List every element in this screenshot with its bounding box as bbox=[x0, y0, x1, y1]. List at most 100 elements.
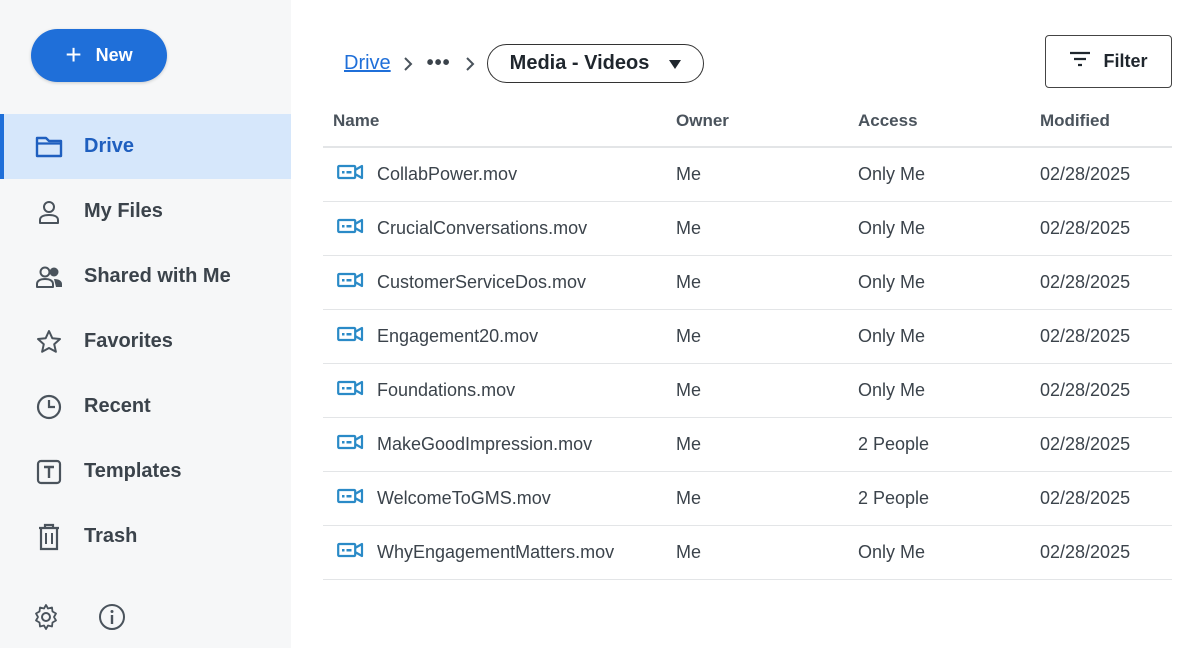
file-name-cell: Engagement20.mov bbox=[323, 309, 666, 364]
sidebar-item-label: Favorites bbox=[84, 330, 173, 352]
info-icon[interactable] bbox=[98, 603, 126, 631]
sidebar-item-trash[interactable]: Trash bbox=[0, 504, 291, 569]
new-button-label: New bbox=[95, 45, 133, 65]
video-file-icon bbox=[337, 380, 364, 401]
video-file-icon bbox=[337, 272, 364, 293]
sidebar-item-templates[interactable]: Templates bbox=[0, 439, 291, 504]
owner-cell: Me bbox=[666, 201, 848, 256]
new-button[interactable]: + New bbox=[31, 29, 167, 82]
file-name-cell: WhyEngagementMatters.mov bbox=[323, 525, 666, 580]
file-name-cell: CollabPower.mov bbox=[323, 147, 666, 202]
video-file-icon bbox=[337, 164, 364, 185]
file-name[interactable]: CustomerServiceDos.mov bbox=[377, 272, 586, 293]
file-name[interactable]: CrucialConversations.mov bbox=[377, 218, 587, 239]
sidebar-item-shared-with-me[interactable]: Shared with Me bbox=[0, 244, 291, 309]
owner-cell: Me bbox=[666, 471, 848, 526]
breadcrumb-drive-link[interactable]: Drive bbox=[344, 52, 391, 75]
table-row[interactable]: MakeGoodImpression.mov Me 2 People 02/28/20… bbox=[323, 417, 1172, 472]
video-file-icon bbox=[337, 434, 364, 455]
folder-icon bbox=[35, 133, 63, 161]
file-name[interactable]: Foundations.mov bbox=[377, 380, 515, 401]
sidebar-item-recent[interactable]: Recent bbox=[0, 374, 291, 439]
file-name-cell: Foundations.mov bbox=[323, 363, 666, 418]
plus-icon: + bbox=[65, 38, 82, 70]
owner-cell: Me bbox=[666, 525, 848, 580]
access-cell: Only Me bbox=[848, 147, 1030, 202]
access-cell: Only Me bbox=[848, 525, 1030, 580]
current-folder-dropdown[interactable]: Media - Videos bbox=[486, 44, 705, 83]
modified-cell: 02/28/2025 bbox=[1030, 255, 1172, 310]
star-icon bbox=[35, 328, 63, 356]
trash-icon bbox=[35, 523, 63, 551]
modified-cell: 02/28/2025 bbox=[1030, 309, 1172, 364]
filter-icon bbox=[1069, 51, 1091, 72]
sidebar-item-label: Drive bbox=[84, 135, 135, 157]
file-name-cell: CustomerServiceDos.mov bbox=[323, 255, 666, 310]
file-name[interactable]: MakeGoodImpression.mov bbox=[377, 434, 592, 455]
filter-label: Filter bbox=[1103, 51, 1148, 71]
owner-cell: Me bbox=[666, 147, 848, 202]
access-cell: Only Me bbox=[848, 309, 1030, 364]
file-name[interactable]: Engagement20.mov bbox=[377, 326, 538, 347]
table-row[interactable]: Foundations.mov Me Only Me 02/28/2025 bbox=[323, 363, 1172, 418]
modified-cell: 02/28/2025 bbox=[1030, 471, 1172, 526]
sidebar-item-drive[interactable]: Drive bbox=[0, 114, 291, 179]
breadcrumb: Drive ••• Media - Videos bbox=[344, 44, 705, 83]
access-cell: 2 People bbox=[848, 417, 1030, 472]
column-header-access[interactable]: Access bbox=[848, 96, 1030, 148]
modified-cell: 02/28/2025 bbox=[1030, 201, 1172, 256]
sidebar: + New Drive My Files Shared with Me Favo… bbox=[0, 0, 291, 648]
file-name-cell: CrucialConversations.mov bbox=[323, 201, 666, 256]
owner-cell: Me bbox=[666, 417, 848, 472]
table-row[interactable]: WelcomeToGMS.mov Me 2 People 02/28/2025 bbox=[323, 471, 1172, 526]
owner-cell: Me bbox=[666, 255, 848, 310]
filter-button[interactable]: Filter bbox=[1045, 35, 1172, 88]
access-cell: Only Me bbox=[848, 201, 1030, 256]
sidebar-nav: Drive My Files Shared with Me Favorites … bbox=[0, 114, 291, 569]
file-name[interactable]: CollabPower.mov bbox=[377, 164, 517, 185]
access-cell: Only Me bbox=[848, 255, 1030, 310]
column-header-owner[interactable]: Owner bbox=[666, 96, 848, 148]
template-icon bbox=[35, 458, 63, 486]
sidebar-item-label: Templates bbox=[84, 460, 182, 482]
caret-down-icon bbox=[669, 52, 682, 75]
file-name-cell: MakeGoodImpression.mov bbox=[323, 417, 666, 472]
file-table: Name Owner Access Modified CollabPower.m… bbox=[323, 96, 1172, 580]
owner-cell: Me bbox=[666, 363, 848, 418]
modified-cell: 02/28/2025 bbox=[1030, 147, 1172, 202]
gear-icon[interactable] bbox=[32, 603, 60, 631]
video-file-icon bbox=[337, 542, 364, 563]
table-row[interactable]: CrucialConversations.mov Me Only Me 02/28/2… bbox=[323, 201, 1172, 256]
video-file-icon bbox=[337, 488, 364, 509]
video-file-icon bbox=[337, 326, 364, 347]
sidebar-footer bbox=[32, 603, 126, 631]
sidebar-item-label: Shared with Me bbox=[84, 265, 231, 287]
table-row[interactable]: Engagement20.mov Me Only Me 02/28/2025 bbox=[323, 309, 1172, 364]
sidebar-item-favorites[interactable]: Favorites bbox=[0, 309, 291, 374]
owner-cell: Me bbox=[666, 309, 848, 364]
sidebar-item-label: My Files bbox=[84, 200, 163, 222]
table-header-row: Name Owner Access Modified bbox=[323, 96, 1172, 148]
breadcrumb-more-button[interactable]: ••• bbox=[425, 52, 453, 75]
modified-cell: 02/28/2025 bbox=[1030, 417, 1172, 472]
file-name[interactable]: WhyEngagementMatters.mov bbox=[377, 542, 614, 563]
access-cell: Only Me bbox=[848, 363, 1030, 418]
chevron-right-icon bbox=[391, 56, 425, 72]
current-folder-label: Media - Videos bbox=[509, 52, 650, 74]
access-cell: 2 People bbox=[848, 471, 1030, 526]
clock-icon bbox=[35, 393, 63, 421]
modified-cell: 02/28/2025 bbox=[1030, 363, 1172, 418]
chevron-right-icon bbox=[453, 56, 487, 72]
file-name-cell: WelcomeToGMS.mov bbox=[323, 471, 666, 526]
column-header-modified[interactable]: Modified bbox=[1030, 96, 1172, 148]
video-file-icon bbox=[337, 218, 364, 239]
main-content: Drive ••• Media - Videos Filter Name Own… bbox=[291, 0, 1200, 648]
modified-cell: 02/28/2025 bbox=[1030, 525, 1172, 580]
table-row[interactable]: CollabPower.mov Me Only Me 02/28/2025 bbox=[323, 147, 1172, 202]
column-header-name[interactable]: Name bbox=[323, 96, 666, 148]
sidebar-item-my-files[interactable]: My Files bbox=[0, 179, 291, 244]
table-row[interactable]: WhyEngagementMatters.mov Me Only Me 02/28/2… bbox=[323, 525, 1172, 580]
file-name[interactable]: WelcomeToGMS.mov bbox=[377, 488, 551, 509]
table-row[interactable]: CustomerServiceDos.mov Me Only Me 02/28/202… bbox=[323, 255, 1172, 310]
people-icon bbox=[35, 263, 63, 291]
